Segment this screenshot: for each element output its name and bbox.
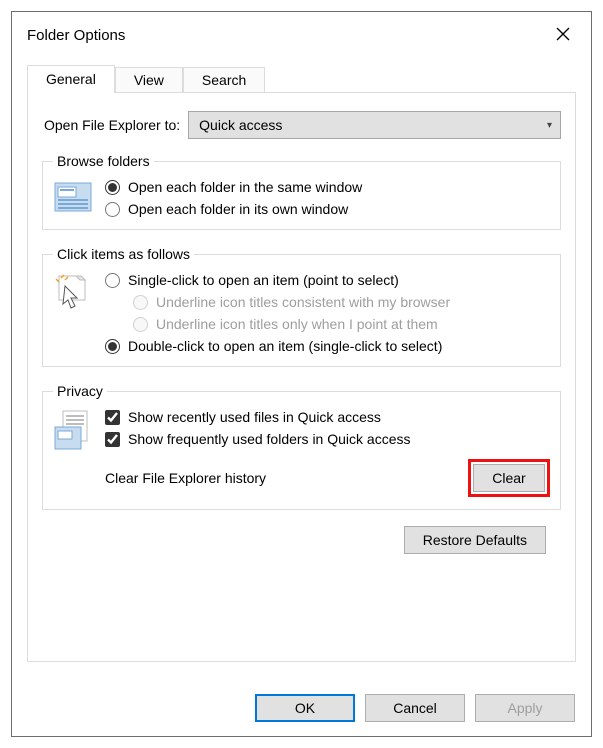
- radio-underline-point-input: [133, 317, 148, 332]
- cancel-button[interactable]: Cancel: [365, 694, 465, 722]
- tab-view[interactable]: View: [115, 67, 183, 95]
- open-explorer-value: Quick access: [199, 117, 282, 133]
- title-bar: Folder Options: [12, 12, 591, 58]
- apply-button[interactable]: Apply: [475, 694, 575, 722]
- close-button[interactable]: [550, 22, 576, 48]
- check-frequent-folders-label: Show frequently used folders in Quick ac…: [128, 431, 410, 447]
- close-icon: [556, 27, 570, 44]
- open-explorer-dropdown[interactable]: Quick access ▾: [188, 111, 561, 139]
- browse-folders-group: Browse folders Open each folde: [42, 153, 561, 230]
- privacy-legend: Privacy: [53, 383, 107, 399]
- chevron-down-icon: ▾: [547, 120, 552, 131]
- radio-single-click-input[interactable]: [105, 273, 120, 288]
- open-explorer-row: Open File Explorer to: Quick access ▾: [44, 111, 561, 139]
- click-items-group: Click items as follows Single-click to o…: [42, 246, 561, 367]
- radio-own-window-input[interactable]: [105, 202, 120, 217]
- tab-general[interactable]: General: [27, 65, 115, 93]
- check-recent-files-label: Show recently used files in Quick access: [128, 409, 381, 425]
- clear-history-label: Clear File Explorer history: [105, 470, 266, 486]
- radio-single-click-label: Single-click to open an item (point to s…: [128, 272, 399, 288]
- radio-same-window[interactable]: Open each folder in the same window: [105, 179, 550, 195]
- clear-button-highlight: Clear: [468, 459, 550, 497]
- radio-double-click-input[interactable]: [105, 339, 120, 354]
- click-items-legend: Click items as follows: [53, 246, 194, 262]
- radio-underline-browser-label: Underline icon titles consistent with my…: [156, 294, 450, 310]
- restore-defaults-button[interactable]: Restore Defaults: [404, 526, 546, 554]
- tab-search[interactable]: Search: [183, 67, 265, 95]
- radio-double-click-label: Double-click to open an item (single-cli…: [128, 338, 442, 354]
- radio-single-click[interactable]: Single-click to open an item (point to s…: [105, 272, 550, 288]
- radio-underline-browser: Underline icon titles consistent with my…: [133, 294, 550, 310]
- radio-underline-point-label: Underline icon titles only when I point …: [156, 316, 438, 332]
- open-explorer-label: Open File Explorer to:: [44, 117, 180, 133]
- privacy-icon: [53, 409, 93, 456]
- browse-folders-icon: [53, 179, 93, 216]
- radio-same-window-input[interactable]: [105, 180, 120, 195]
- browse-folders-legend: Browse folders: [53, 153, 154, 169]
- folder-options-dialog: Folder Options General View Search Open …: [11, 11, 592, 737]
- window-title: Folder Options: [27, 27, 125, 44]
- radio-own-window-label: Open each folder in its own window: [128, 201, 348, 217]
- dialog-buttons: OK Cancel Apply: [12, 694, 591, 722]
- check-frequent-folders-input[interactable]: [105, 432, 120, 447]
- click-items-icon: [53, 272, 93, 315]
- radio-own-window[interactable]: Open each folder in its own window: [105, 201, 550, 217]
- ok-button[interactable]: OK: [255, 694, 355, 722]
- radio-same-window-label: Open each folder in the same window: [128, 179, 362, 195]
- tab-strip: General View Search: [27, 64, 576, 92]
- check-recent-files[interactable]: Show recently used files in Quick access: [105, 409, 550, 425]
- clear-button[interactable]: Clear: [473, 464, 545, 492]
- check-recent-files-input[interactable]: [105, 410, 120, 425]
- radio-double-click[interactable]: Double-click to open an item (single-cli…: [105, 338, 550, 354]
- radio-underline-point: Underline icon titles only when I point …: [133, 316, 550, 332]
- check-frequent-folders[interactable]: Show frequently used folders in Quick ac…: [105, 431, 550, 447]
- privacy-group: Privacy Show recently used fil: [42, 383, 561, 510]
- clear-history-row: Clear File Explorer history Clear: [105, 459, 550, 497]
- tab-panel-general: Open File Explorer to: Quick access ▾ Br…: [27, 92, 576, 662]
- restore-defaults-row: Restore Defaults: [57, 526, 546, 554]
- radio-underline-browser-input: [133, 295, 148, 310]
